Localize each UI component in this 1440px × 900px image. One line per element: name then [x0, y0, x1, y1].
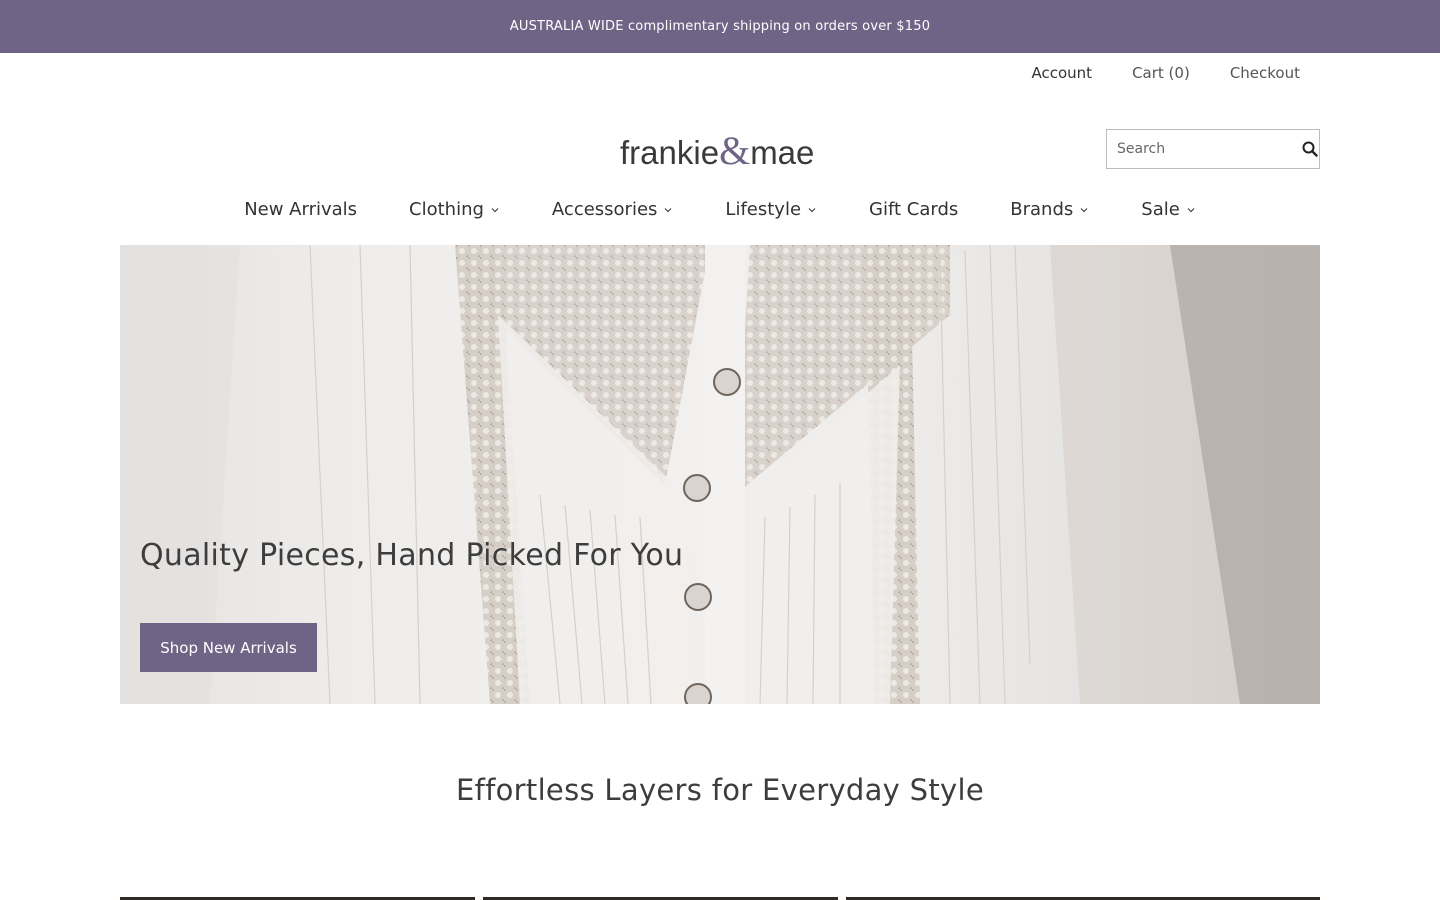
search-icon[interactable]: [1301, 130, 1319, 168]
brand-logo-text: frankie&mae: [620, 128, 814, 172]
hero-heading: Quality Pieces, Hand Picked For You: [140, 538, 684, 573]
announcement-text: AUSTRALIA WIDE complimentary shipping on…: [509, 19, 931, 34]
checkout-link[interactable]: Checkout: [1230, 64, 1300, 82]
hero-banner[interactable]: Quality Pieces, Hand Picked For You Shop…: [120, 245, 1320, 704]
nav-accessories[interactable]: Accessories: [552, 199, 674, 220]
nav-label: Sale: [1141, 199, 1180, 220]
cart-link[interactable]: Cart (0): [1132, 64, 1190, 82]
nav-label: Gift Cards: [869, 199, 959, 220]
nav-brands[interactable]: Brands: [1010, 199, 1089, 220]
nav-new-arrivals[interactable]: New Arrivals: [244, 199, 357, 220]
brand-logo[interactable]: frankie&mae: [620, 124, 820, 172]
chevron-down-icon: [1187, 207, 1195, 212]
main-nav: New Arrivals Clothing Accessories Lifest…: [0, 199, 1440, 220]
chevron-down-icon: [1080, 207, 1088, 212]
chevron-down-icon: [664, 207, 672, 212]
nav-label: Lifestyle: [725, 199, 802, 220]
nav-label: New Arrivals: [244, 199, 358, 220]
shop-new-arrivals-button[interactable]: Shop New Arrivals: [140, 623, 317, 672]
nav-label: Clothing: [409, 199, 484, 220]
nav-sale[interactable]: Sale: [1141, 199, 1196, 220]
nav-label: Brands: [1010, 199, 1074, 220]
announcement-bar: AUSTRALIA WIDE complimentary shipping on…: [0, 0, 1440, 53]
nav-lifestyle[interactable]: Lifestyle: [725, 199, 817, 220]
chevron-down-icon: [491, 207, 499, 212]
section-title: Effortless Layers for Everyday Style: [456, 773, 984, 807]
nav-clothing[interactable]: Clothing: [409, 199, 500, 220]
search-input[interactable]: [1107, 130, 1301, 168]
nav-gift-cards[interactable]: Gift Cards: [869, 199, 958, 220]
utility-nav: Account Cart (0) Checkout: [1032, 64, 1301, 82]
nav-label: Accessories: [551, 199, 658, 220]
search-box: [1106, 129, 1320, 169]
chevron-down-icon: [808, 207, 816, 212]
account-link[interactable]: Account: [1032, 64, 1093, 82]
